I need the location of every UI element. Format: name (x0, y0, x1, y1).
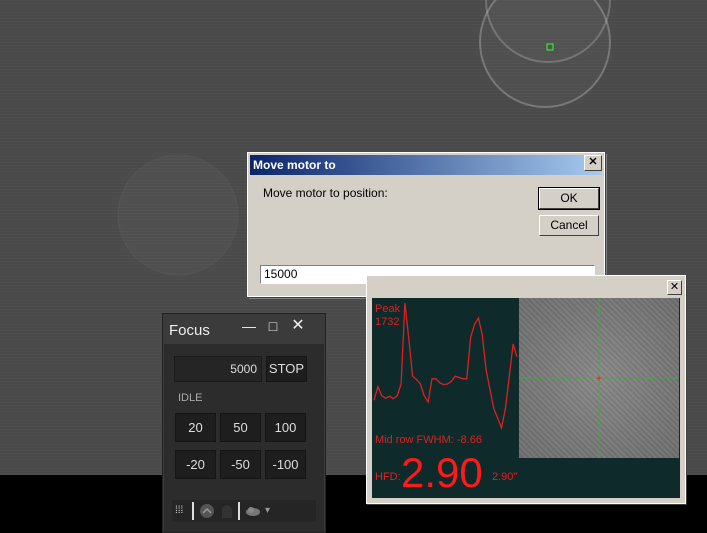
hfd-label: HFD: (375, 471, 401, 483)
star-profile-window: ✕ + Peak 1732 Mid row FWHM: -8.66 HFD: 2… (366, 275, 686, 504)
star-thumbnail: + (519, 298, 679, 458)
peak-readout: Peak 1732 (375, 303, 400, 329)
dialog-label: Move motor to position: (263, 186, 388, 200)
focus-toolbar: ⁞⁞⁞ ▾ (172, 500, 316, 522)
grid-icon[interactable]: ⁞⁞⁞ (175, 503, 183, 519)
step-minus-50-button[interactable]: -50 (220, 450, 261, 479)
focus-body: 5000 STOP IDLE 20 50 100 -20 -50 -100 ⁞⁞… (164, 344, 324, 532)
arrow-up-icon[interactable] (199, 503, 215, 519)
chevron-down-icon[interactable]: ▾ (265, 503, 270, 519)
stop-button[interactable]: STOP (266, 356, 307, 382)
profile-panel: + Peak 1732 Mid row FWHM: -8.66 HFD: 2.9… (372, 298, 680, 498)
profile-close-button[interactable]: ✕ (667, 280, 682, 295)
hfd-arcsec: 2.90" (492, 471, 518, 483)
focuser-position-field[interactable]: 5000 (174, 356, 262, 382)
star-center-mark: + (596, 374, 602, 385)
peak-value: 1732 (375, 316, 400, 328)
peak-label: Peak (375, 303, 401, 315)
close-icon[interactable]: ✕ (287, 317, 309, 335)
ghost-icon[interactable] (220, 503, 234, 519)
minimize-icon[interactable]: — (238, 317, 260, 335)
hfd-value: 2.90 (401, 449, 483, 496)
focus-panel: Focus — □ ✕ 5000 STOP IDLE 20 50 100 -20… (162, 313, 326, 533)
step-50-button[interactable]: 50 (220, 413, 261, 442)
focus-title: Focus (169, 322, 210, 339)
dialog-title: Move motor to (250, 155, 602, 175)
step-20-button[interactable]: 20 (175, 413, 216, 442)
separator-2 (238, 502, 240, 520)
step-100-button[interactable]: 100 (265, 413, 306, 442)
dialog-close-button[interactable]: ✕ (584, 155, 602, 171)
faint-star (117, 154, 239, 276)
cancel-button[interactable]: Cancel (539, 215, 599, 236)
fwhm-readout: Mid row FWHM: -8.66 (375, 434, 482, 446)
focuser-status: IDLE (178, 392, 203, 404)
cloud-icon[interactable] (245, 505, 261, 517)
crosshair: + (519, 298, 679, 458)
ok-button[interactable]: OK (538, 187, 600, 210)
maximize-icon[interactable]: □ (262, 317, 284, 335)
step-minus-20-button[interactable]: -20 (175, 450, 216, 479)
step-minus-100-button[interactable]: -100 (265, 450, 306, 479)
separator (192, 502, 194, 520)
